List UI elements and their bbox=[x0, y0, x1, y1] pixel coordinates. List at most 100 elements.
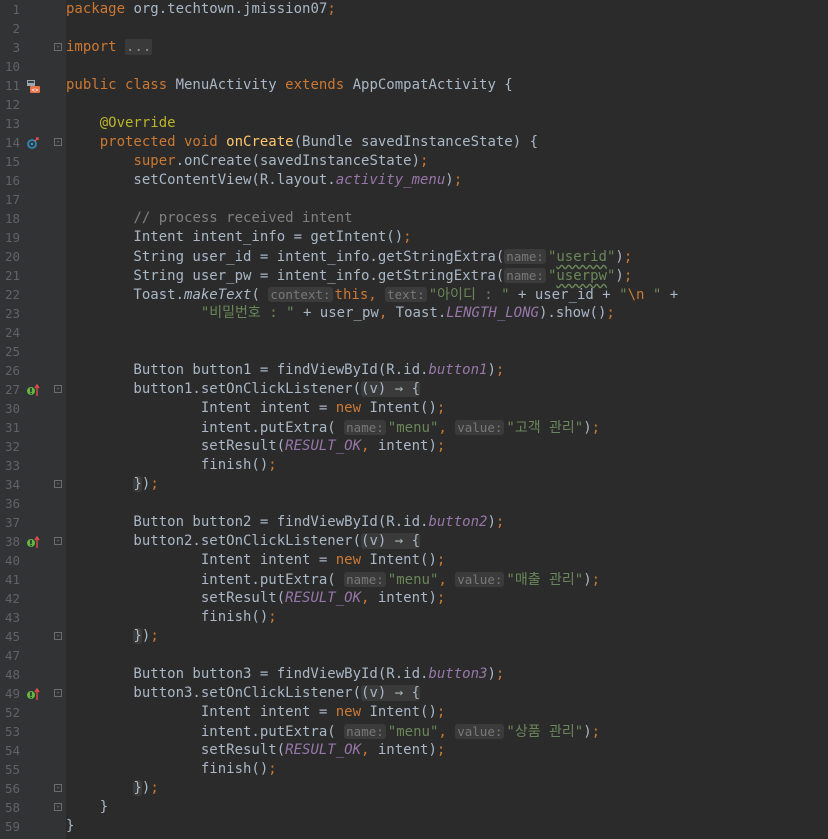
code-line[interactable]: 14 - protected void onCreate(Bundle saved… bbox=[0, 133, 828, 152]
line-number[interactable]: 52 bbox=[2, 703, 20, 722]
code-line[interactable]: 3 - import ... bbox=[0, 38, 828, 57]
code-line[interactable]: 33 finish(); bbox=[0, 456, 828, 475]
code-line[interactable]: 49 - button3.setOnClickListener((v) → { bbox=[0, 684, 828, 703]
line-number[interactable]: 32 bbox=[2, 437, 20, 456]
line-number[interactable]: 24 bbox=[2, 323, 20, 342]
fold-collapse-icon[interactable]: - bbox=[54, 138, 62, 146]
fold-end-icon[interactable]: - bbox=[54, 480, 62, 488]
lambda-implements-icon[interactable] bbox=[26, 535, 40, 548]
line-number[interactable]: 26 bbox=[2, 361, 20, 380]
fold-collapse-icon[interactable]: - bbox=[54, 689, 62, 697]
code-line[interactable]: 2 bbox=[0, 19, 828, 38]
code-line[interactable]: 56 - }); bbox=[0, 779, 828, 798]
line-number[interactable]: 10 bbox=[2, 57, 20, 76]
line-number[interactable]: 21 bbox=[2, 266, 20, 285]
code-line[interactable]: 32 setResult(RESULT_OK, intent); bbox=[0, 437, 828, 456]
line-number[interactable]: 56 bbox=[2, 779, 20, 798]
line-number[interactable]: 30 bbox=[2, 399, 20, 418]
line-number[interactable]: 25 bbox=[2, 342, 20, 361]
line-number[interactable]: 11 bbox=[2, 76, 20, 95]
code-line[interactable]: 22 Toast.makeText( context: this, text: "아… bbox=[0, 285, 828, 304]
lambda-implements-icon[interactable] bbox=[26, 383, 40, 396]
code-line[interactable]: 13 @Override bbox=[0, 114, 828, 133]
folded-imports[interactable]: ... bbox=[125, 39, 153, 55]
line-number[interactable]: 34 bbox=[2, 475, 20, 494]
line-number[interactable]: 42 bbox=[2, 589, 20, 608]
line-number[interactable]: 15 bbox=[2, 152, 20, 171]
code-line[interactable]: 41 intent.putExtra( name: "menu", value: "… bbox=[0, 570, 828, 589]
code-line[interactable]: 52 Intent intent = new Intent(); bbox=[0, 703, 828, 722]
code-line[interactable]: 15 super.onCreate(savedInstanceState); bbox=[0, 152, 828, 171]
code-line[interactable]: 37 Button button2 = findViewById(R.id.bu… bbox=[0, 513, 828, 532]
line-number[interactable]: 55 bbox=[2, 760, 20, 779]
line-number[interactable]: 27 bbox=[2, 380, 20, 399]
line-number[interactable]: 14 bbox=[2, 133, 20, 152]
code-area[interactable]: 1 package org.techtown.jmission07; 2 3- impo… bbox=[0, 0, 828, 839]
fold-collapse-icon[interactable]: - bbox=[54, 385, 62, 393]
code-line[interactable]: 43 finish(); bbox=[0, 608, 828, 627]
lambda-fold[interactable]: (v) → { bbox=[361, 685, 421, 701]
code-line[interactable]: 42 setResult(RESULT_OK, intent); bbox=[0, 589, 828, 608]
line-number[interactable]: 53 bbox=[2, 722, 20, 741]
code-line[interactable]: 34 - }); bbox=[0, 475, 828, 494]
code-line[interactable]: 25 bbox=[0, 342, 828, 361]
code-line[interactable]: 58 - } bbox=[0, 798, 828, 817]
code-line[interactable]: 48 Button button3 = findViewById(R.id.bu… bbox=[0, 665, 828, 684]
line-number[interactable]: 47 bbox=[2, 646, 20, 665]
line-number[interactable]: 16 bbox=[2, 171, 20, 190]
code-line[interactable]: 38 - button2.setOnClickListener((v) → { bbox=[0, 532, 828, 551]
code-line[interactable]: 55 finish(); bbox=[0, 760, 828, 779]
code-line[interactable]: 40 Intent intent = new Intent(); bbox=[0, 551, 828, 570]
line-number[interactable]: 31 bbox=[2, 418, 20, 437]
code-line[interactable]: 53 intent.putExtra( name: "menu", value: "… bbox=[0, 722, 828, 741]
code-line[interactable]: 54 setResult(RESULT_OK, intent); bbox=[0, 741, 828, 760]
android-activity-icon[interactable]: <> bbox=[26, 79, 40, 94]
override-method-icon[interactable] bbox=[26, 136, 40, 149]
lambda-fold[interactable]: } bbox=[133, 628, 142, 644]
line-number[interactable]: 18 bbox=[2, 209, 20, 228]
code-line[interactable]: 45 - }); bbox=[0, 627, 828, 646]
line-number[interactable]: 59 bbox=[2, 817, 20, 836]
code-line[interactable]: 16 setContentView(R.layout.activity_menu… bbox=[0, 171, 828, 190]
code-line[interactable]: 10 bbox=[0, 57, 828, 76]
fold-collapse-icon[interactable]: - bbox=[54, 43, 62, 51]
line-number[interactable]: 20 bbox=[2, 247, 20, 266]
line-number[interactable]: 1 bbox=[2, 0, 20, 19]
line-number[interactable]: 48 bbox=[2, 665, 20, 684]
code-line[interactable]: 12 bbox=[0, 95, 828, 114]
line-number[interactable]: 54 bbox=[2, 741, 20, 760]
fold-collapse-icon[interactable]: - bbox=[54, 537, 62, 545]
fold-end-icon[interactable]: - bbox=[54, 803, 62, 811]
lambda-fold[interactable]: (v) → { bbox=[361, 381, 421, 397]
line-number[interactable]: 12 bbox=[2, 95, 20, 114]
code-line[interactable]: 59} bbox=[0, 817, 828, 836]
code-line[interactable]: 1 package org.techtown.jmission07; bbox=[0, 0, 828, 19]
line-number[interactable]: 37 bbox=[2, 513, 20, 532]
line-number[interactable]: 40 bbox=[2, 551, 20, 570]
line-number[interactable]: 13 bbox=[2, 114, 20, 133]
code-line[interactable]: 26 Button button1 = findViewById(R.id.bu… bbox=[0, 361, 828, 380]
line-number[interactable]: 43 bbox=[2, 608, 20, 627]
line-number[interactable]: 19 bbox=[2, 228, 20, 247]
code-line[interactable]: 18 // process received intent bbox=[0, 209, 828, 228]
line-number[interactable]: 41 bbox=[2, 570, 20, 589]
code-line[interactable]: 36 bbox=[0, 494, 828, 513]
lambda-fold[interactable]: } bbox=[133, 476, 142, 492]
fold-end-icon[interactable]: - bbox=[54, 784, 62, 792]
code-line[interactable]: 24 bbox=[0, 323, 828, 342]
line-number[interactable]: 36 bbox=[2, 494, 20, 513]
code-line[interactable]: 23 "비밀번호 : " + user_pw, Toast.LENGTH_LON… bbox=[0, 304, 828, 323]
line-number[interactable]: 23 bbox=[2, 304, 20, 323]
fold-end-icon[interactable]: - bbox=[54, 632, 62, 640]
line-number[interactable]: 17 bbox=[2, 190, 20, 209]
code-editor[interactable]: 1 package org.techtown.jmission07; 2 3- impo… bbox=[0, 0, 828, 839]
line-number[interactable]: 38 bbox=[2, 532, 20, 551]
lambda-fold[interactable]: (v) → { bbox=[361, 533, 421, 549]
line-number[interactable]: 49 bbox=[2, 684, 20, 703]
code-line[interactable]: 31 intent.putExtra( name: "menu", value: "… bbox=[0, 418, 828, 437]
code-line[interactable]: 30 Intent intent = new Intent(); bbox=[0, 399, 828, 418]
lambda-fold[interactable]: } bbox=[133, 780, 142, 796]
line-number[interactable]: 45 bbox=[2, 627, 20, 646]
line-number[interactable]: 2 bbox=[2, 19, 20, 38]
code-line[interactable]: 27 - button1.setOnClickListener((v) → { bbox=[0, 380, 828, 399]
